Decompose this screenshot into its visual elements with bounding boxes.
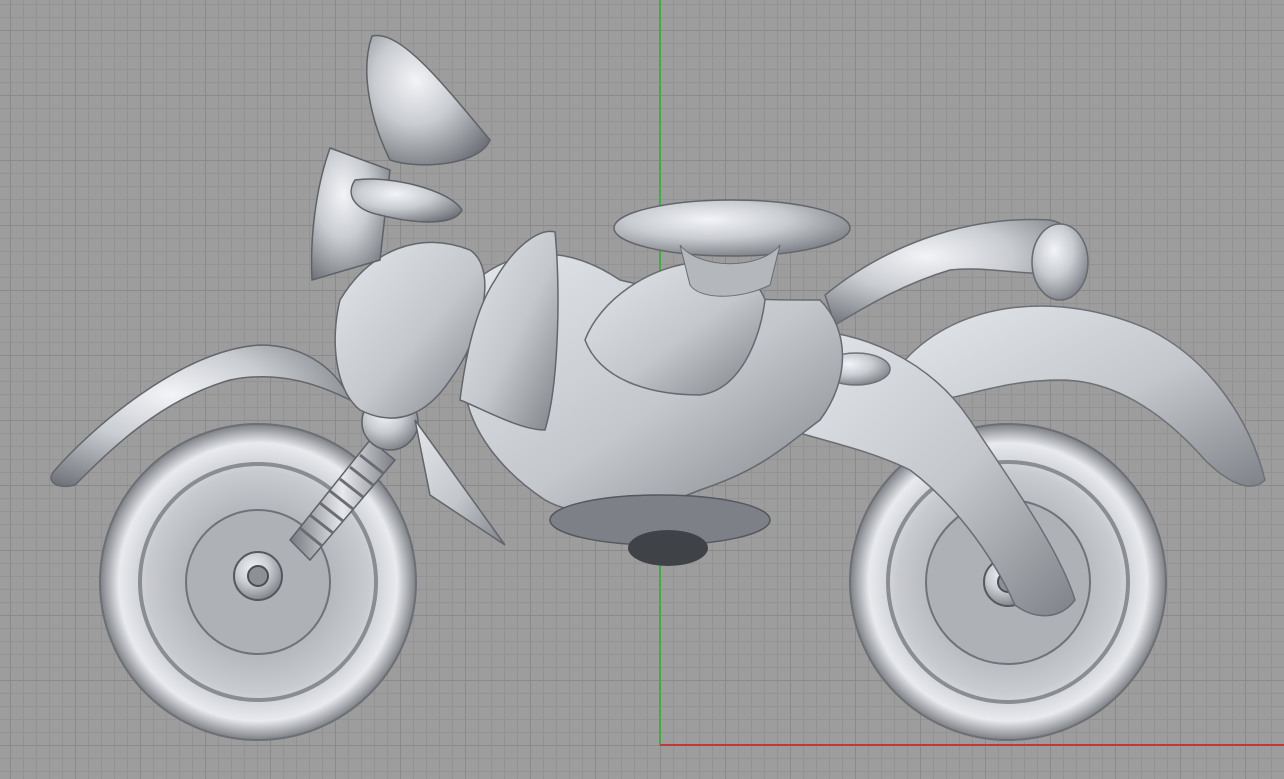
handlebar-column[interactable] bbox=[310, 34, 491, 419]
motorcycle-model[interactable] bbox=[0, 0, 1284, 779]
3d-viewport[interactable] bbox=[0, 0, 1284, 779]
